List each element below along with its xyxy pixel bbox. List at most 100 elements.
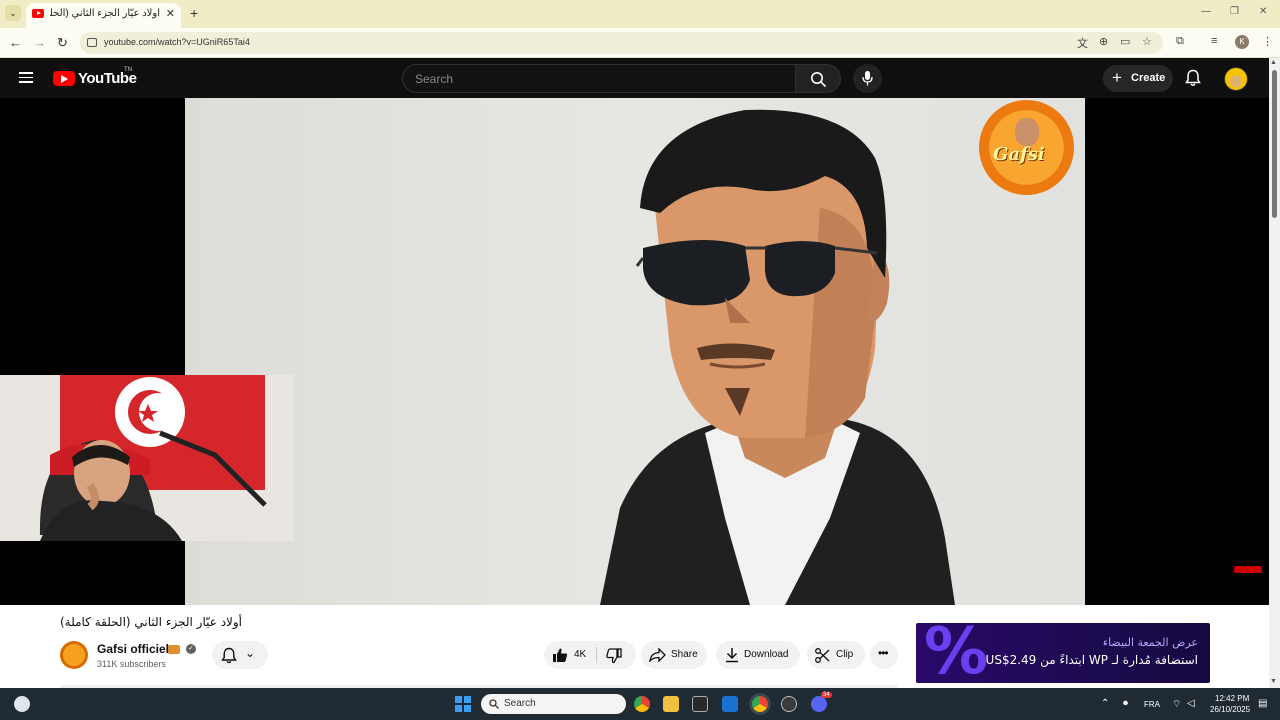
webcam-scene-illustration: [0, 375, 294, 541]
tray-overflow-icon[interactable]: ⌃: [1101, 698, 1109, 709]
page-scrollbar[interactable]: ▲ ▼: [1269, 58, 1280, 688]
taskbar-date[interactable]: 26/10/2025: [1210, 705, 1250, 714]
taskbar-search-label: Search: [504, 698, 536, 709]
tab-title: أولاد عيّار الجزء الثاني (الحلقة: [50, 8, 160, 19]
reload-icon[interactable]: ↻: [57, 35, 68, 51]
translate-icon[interactable]: 文: [1077, 35, 1088, 51]
browser-menu-icon[interactable]: ⋮: [1262, 35, 1273, 48]
scissors-icon: [815, 648, 830, 663]
channel-watermark-logo[interactable]: Gafsi: [979, 100, 1074, 195]
download-label: Download: [744, 649, 789, 660]
url-field[interactable]: youtube.com/watch?v=UGniR65Tai4: [80, 32, 1163, 54]
scroll-up-icon[interactable]: ▲: [1270, 59, 1277, 66]
video-frame[interactable]: Gafsi: [185, 98, 1085, 605]
bookmark-star-icon[interactable]: ☆: [1142, 35, 1152, 48]
notification-count-badge: 34: [821, 692, 832, 698]
maximize-button[interactable]: ❐: [1230, 6, 1239, 17]
like-divider: [596, 647, 597, 663]
store-app-icon[interactable]: [692, 696, 708, 712]
mail-app-icon[interactable]: [722, 696, 738, 712]
youtube-header: YouTube TN Search + Create: [0, 58, 1280, 98]
widgets-icon[interactable]: [14, 696, 30, 712]
clip-label: Clip: [836, 649, 854, 660]
browser-tab[interactable]: أولاد عيّار الجزء الثاني (الحلقة ✕: [26, 3, 181, 28]
notification-center-icon[interactable]: ▤: [1258, 698, 1267, 709]
taskbar-time[interactable]: 12:42 PM: [1215, 694, 1249, 703]
volume-icon[interactable]: ◁: [1187, 698, 1195, 709]
discord-app-icon[interactable]: [811, 696, 827, 712]
taskbar-search-box[interactable]: Search: [481, 694, 626, 714]
video-player[interactable]: Gafsi: [0, 98, 1269, 605]
extensions-icon[interactable]: ⧉: [1176, 35, 1184, 48]
wifi-icon[interactable]: ⌔: [1172, 698, 1181, 711]
download-button[interactable]: Download: [716, 641, 800, 669]
youtube-favicon-icon: [32, 9, 44, 18]
chevron-down-icon: ⌄: [245, 646, 256, 660]
microphone-icon: [862, 71, 873, 86]
search-input[interactable]: Search: [402, 64, 796, 93]
notification-subscription-button[interactable]: ⌄: [212, 641, 268, 669]
account-avatar[interactable]: [1224, 67, 1248, 91]
taskbar-search-icon: [489, 699, 499, 709]
percent-graphic: %: [924, 623, 989, 683]
app-icon[interactable]: [781, 696, 797, 712]
subscriber-count: 311K subscribers: [97, 659, 166, 669]
membership-badge-icon: [168, 645, 180, 654]
search-placeholder: Search: [415, 72, 454, 86]
create-button[interactable]: + Create: [1103, 65, 1173, 92]
download-icon: [726, 648, 738, 663]
zoom-icon[interactable]: ⊕: [1099, 35, 1108, 48]
address-bar-row: ← → ↻ youtube.com/watch?v=UGniR65Tai4 文 …: [0, 28, 1280, 58]
bell-ring-icon: [221, 647, 237, 664]
cast-icon[interactable]: ▭: [1120, 35, 1130, 48]
search-icon: [811, 72, 827, 88]
tab-strip: ⌄ أولاد عيّار الجزء الثاني (الحلقة ✕ + —…: [0, 0, 1280, 28]
notifications-bell-icon[interactable]: [1185, 69, 1201, 87]
guide-menu-icon[interactable]: [19, 72, 33, 83]
watermark-face-icon: [1015, 118, 1039, 146]
profile-avatar[interactable]: K: [1235, 35, 1249, 49]
close-window-button[interactable]: ✕: [1259, 6, 1267, 17]
like-count: 4K: [574, 649, 587, 660]
video-title: أولاد عيّار الجزء الثاني (الحلقة كاملة): [60, 615, 243, 629]
new-tab-button[interactable]: +: [190, 5, 198, 21]
youtube-logo-icon[interactable]: [53, 71, 75, 86]
scroll-thumb[interactable]: [1272, 70, 1277, 218]
start-button-icon[interactable]: [455, 696, 471, 712]
animated-character-illustration: [600, 109, 955, 605]
chrome-app-icon[interactable]: [634, 696, 650, 712]
ad-body: استضافة مُدارة لـ WP ابتداءً من US$2.49: [985, 653, 1198, 667]
more-horizontal-icon: •••: [878, 646, 889, 660]
tab-search-button[interactable]: ⌄: [5, 5, 21, 21]
chrome-active-app-icon[interactable]: [752, 696, 768, 712]
plus-icon: +: [1112, 68, 1122, 87]
channel-avatar[interactable]: [60, 641, 88, 669]
input-language[interactable]: FRA: [1144, 700, 1160, 709]
watermark-text: Gafsi: [993, 144, 1045, 165]
minimize-button[interactable]: —: [1201, 6, 1211, 17]
subscribe-overlay-button[interactable]: [1234, 566, 1262, 573]
create-label: Create: [1131, 72, 1166, 84]
forward-icon[interactable]: →: [33, 35, 46, 50]
ad-headline: عرض الجمعة البيضاء: [1102, 636, 1198, 649]
voice-search-button[interactable]: [853, 64, 882, 93]
channel-name[interactable]: Gafsi officiel: [97, 642, 169, 656]
file-explorer-icon[interactable]: [663, 696, 679, 712]
share-button[interactable]: Share: [641, 641, 707, 669]
tray-mic-icon[interactable]: ⏺: [1123, 698, 1128, 709]
url-text: youtube.com/watch?v=UGniR65Tai4: [104, 37, 250, 47]
back-icon[interactable]: ←: [9, 35, 22, 50]
reading-list-icon[interactable]: ≡: [1211, 35, 1217, 47]
windows-taskbar: Search 34 ⌃ ⏺ FRA ⌔ ◁ 12:42 PM 26/10/202…: [0, 688, 1280, 720]
streamer-webcam-overlay: [0, 375, 294, 541]
search-button[interactable]: [795, 64, 841, 93]
more-actions-button[interactable]: •••: [870, 641, 898, 669]
scroll-down-icon[interactable]: ▼: [1270, 678, 1277, 685]
sponsored-ad-banner[interactable]: % عرض الجمعة البيضاء استضافة مُدارة لـ W…: [916, 623, 1210, 683]
site-info-icon[interactable]: [87, 38, 97, 47]
like-icon[interactable]: [552, 647, 568, 663]
verified-badge-icon: ✓: [186, 644, 196, 654]
dislike-icon[interactable]: [606, 648, 622, 664]
close-tab-icon[interactable]: ✕: [166, 7, 175, 20]
clip-button[interactable]: Clip: [807, 641, 865, 669]
